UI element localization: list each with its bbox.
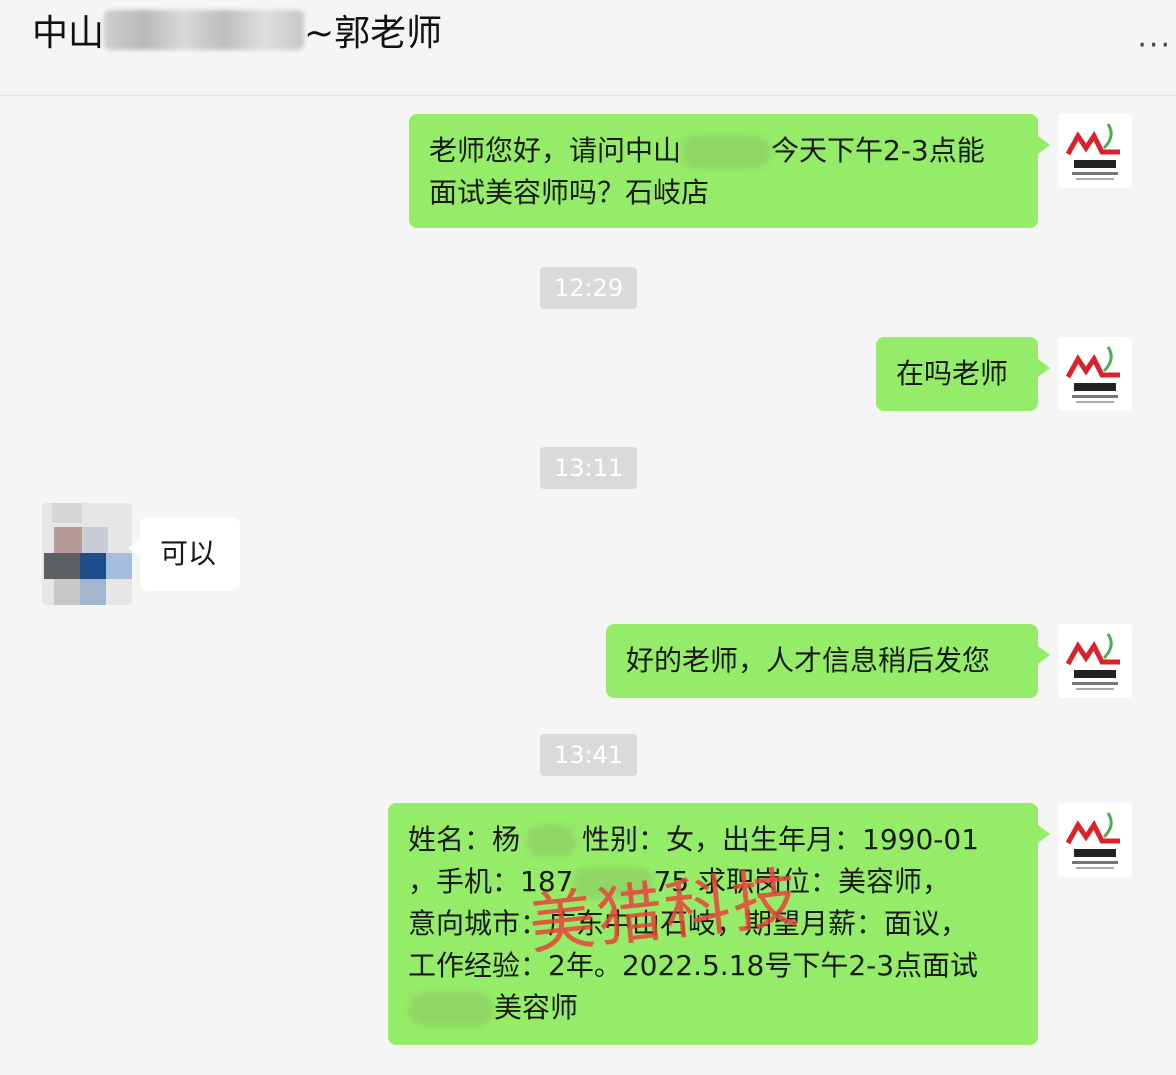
message-text: 可以 [160,537,217,570]
redacted-name [104,10,305,50]
message-text: 美容师 [494,991,579,1024]
my-avatar[interactable] [1058,114,1132,188]
redacted-text [408,992,494,1026]
message-text: 工作经验：2年。2022.5.18号下午2-3点面试 [408,949,979,982]
message-text: 姓名：杨 [408,823,521,856]
chat-title-suffix: ~郭老师 [304,13,443,54]
logo-icon [1065,812,1120,869]
my-avatar[interactable] [1058,803,1132,877]
my-avatar[interactable] [1058,337,1132,411]
contact-avatar[interactable] [42,503,132,605]
message-text: 好的老师，人才信息稍后发您 [626,644,991,677]
message-text: 老师您好，请问中山 [429,134,682,167]
message-bubble-outgoing[interactable]: 好的老师，人才信息稍后发您 [606,624,1050,698]
message-bubble-incoming[interactable]: 可以 [128,517,240,591]
more-options-icon[interactable]: ··· [1137,28,1172,63]
message-bubble-outgoing[interactable]: 在吗老师 [876,337,1050,411]
logo-icon [1065,633,1120,690]
my-avatar[interactable] [1058,624,1132,698]
chat-header: 中山 ~郭老师 ··· [0,0,1176,96]
pixelated-avatar-icon [42,503,132,605]
chat-title-prefix: 中山 [32,13,105,54]
redacted-text [526,825,577,857]
message-text: 今天下午2-3点能 [771,134,985,167]
message-text: 面试美容师吗？石岐店 [429,176,710,209]
timestamp: 12:29 [540,267,638,309]
message-bubble-outgoing[interactable]: 老师您好，请问中山 今天下午2-3点能 面试美容师吗？石岐店 [409,114,1050,228]
logo-icon [1065,346,1120,403]
message-text: 在吗老师 [896,357,1009,390]
timestamp: 13:41 [540,734,638,776]
redacted-text [681,135,772,169]
logo-icon [1065,123,1120,180]
timestamp: 13:11 [540,447,638,489]
chat-title: 中山 ~郭老师 [32,10,442,54]
